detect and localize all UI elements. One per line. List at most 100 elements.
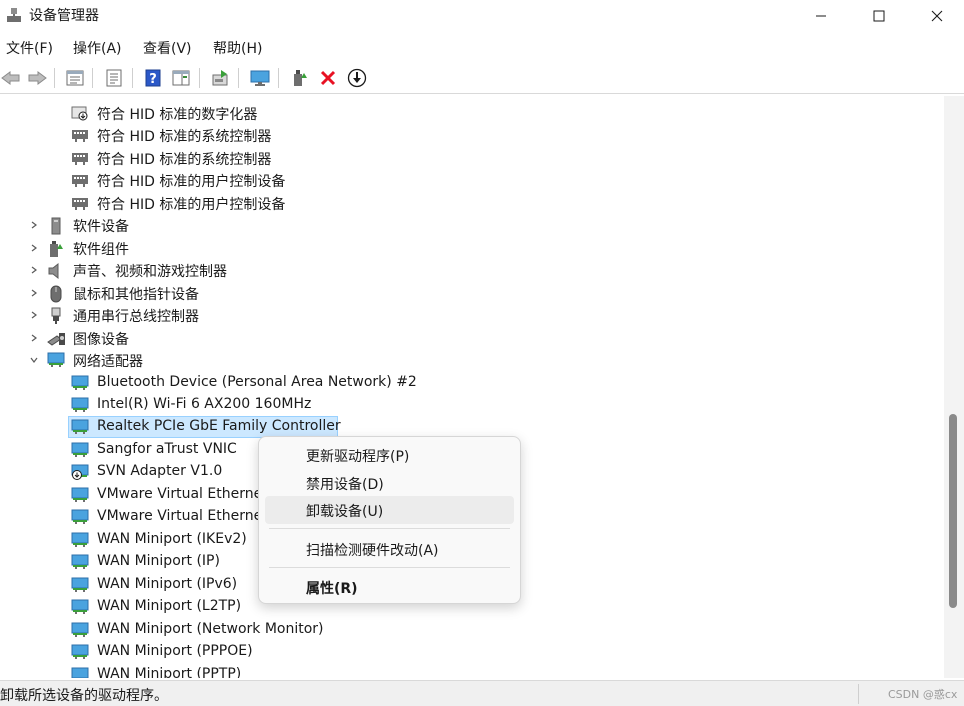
tree-category-label: 声音、视频和游戏控制器: [73, 264, 227, 280]
tree-category-network-adapters[interactable]: 网络适配器: [0, 349, 944, 371]
tree-category-label: 图像设备: [73, 332, 129, 348]
menu-item-properties[interactable]: 属性(R): [265, 573, 514, 601]
properties-view-icon: [66, 70, 84, 86]
minimize-button[interactable]: [792, 0, 850, 32]
hid-digitizer-icon: [71, 105, 89, 121]
network-adapter-icon: [71, 487, 89, 503]
tree-item-label: Bluetooth Device (Personal Area Network)…: [97, 374, 417, 390]
tree-item-label: VMware Virtual Etherne: [97, 486, 263, 502]
chevron-right-icon[interactable]: [28, 242, 40, 254]
tree-item-hid-system-controller[interactable]: 符合 HID 标准的系统控制器: [0, 147, 944, 169]
network-adapter-warning-icon: [71, 464, 89, 480]
tree-category-mouse[interactable]: 鼠标和其他指针设备: [0, 282, 944, 304]
download-driver-button[interactable]: [346, 67, 368, 89]
properties-icon: [106, 69, 122, 87]
tree-item-hid-system-controller[interactable]: 符合 HID 标准的系统控制器: [0, 124, 944, 146]
help-button[interactable]: ?: [142, 67, 164, 89]
tree-item-label: Sangfor aTrust VNIC: [97, 441, 237, 457]
menu-item-update-driver[interactable]: 更新驱动程序(P): [265, 441, 514, 469]
action-pane-button[interactable]: [170, 67, 192, 89]
forward-button[interactable]: [26, 67, 48, 89]
network-adapter-icon: [71, 397, 89, 413]
menu-item-label: 卸载设备(U): [306, 504, 384, 520]
menu-item-label: 属性(R): [306, 581, 358, 597]
monitor-button[interactable]: [249, 67, 271, 89]
tree-category-imaging[interactable]: 图像设备: [0, 327, 944, 349]
tree-item-network-adapter[interactable]: WAN Miniport (PPTP): [0, 664, 944, 678]
hid-device-icon: [71, 195, 89, 211]
uninstall-icon: [320, 70, 336, 86]
back-button[interactable]: [0, 67, 22, 89]
chevron-right-icon[interactable]: [28, 309, 40, 321]
uninstall-button[interactable]: [317, 67, 339, 89]
close-button[interactable]: [908, 0, 964, 32]
menu-action[interactable]: 操作(A): [73, 38, 122, 58]
tree-item-network-adapter[interactable]: WAN Miniport (PPPOE): [0, 641, 944, 663]
tree-item-label: 符合 HID 标准的系统控制器: [97, 129, 272, 145]
tree-category-software-components[interactable]: 软件组件: [0, 237, 944, 259]
scan-hardware-icon: [212, 70, 228, 86]
vertical-scrollbar[interactable]: [944, 96, 964, 678]
forward-icon: [28, 71, 47, 85]
camera-icon: [47, 330, 65, 346]
chevron-right-icon[interactable]: [28, 219, 40, 231]
network-adapter-icon: [71, 442, 89, 458]
status-divider: [858, 684, 859, 704]
chevron-right-icon[interactable]: [28, 332, 40, 344]
network-adapter-icon: [47, 352, 65, 368]
tree-category-sound-video[interactable]: 声音、视频和游戏控制器: [0, 259, 944, 281]
menu-item-label: 禁用设备(D): [306, 477, 384, 493]
download-driver-icon: [347, 68, 367, 88]
tree-item-hid-digitizer[interactable]: 符合 HID 标准的数字化器: [0, 102, 944, 124]
svg-text:?: ?: [149, 72, 157, 87]
tree-category-usb[interactable]: 通用串行总线控制器: [0, 304, 944, 326]
maximize-icon: [873, 10, 885, 22]
back-icon: [1, 71, 20, 85]
tree-view-button[interactable]: [64, 67, 86, 89]
menu-item-disable-device[interactable]: 禁用设备(D): [265, 469, 514, 497]
tree-category-label: 软件设备: [73, 219, 129, 235]
tree-category-software-devices[interactable]: 软件设备: [0, 214, 944, 236]
tree-item-label: WAN Miniport (PPTP): [97, 666, 242, 678]
chevron-down-icon[interactable]: [28, 354, 40, 366]
menu-file[interactable]: 文件(F): [6, 38, 53, 58]
usb-icon: [47, 307, 65, 324]
maximize-button[interactable]: [850, 0, 908, 32]
tree-item-hid-user-control[interactable]: 符合 HID 标准的用户控制设备: [0, 169, 944, 191]
properties-button[interactable]: [103, 67, 125, 89]
scrollbar-thumb[interactable]: [949, 414, 957, 608]
hid-device-icon: [71, 172, 89, 188]
tree-category-label: 网络适配器: [73, 354, 143, 370]
chevron-right-icon[interactable]: [28, 264, 40, 276]
status-bar: 卸载所选设备的驱动程序。 CSDN @惑cx: [0, 680, 964, 706]
tree-item-network-adapter[interactable]: WAN Miniport (Network Monitor): [0, 619, 944, 641]
network-adapter-icon: [71, 644, 89, 660]
network-adapter-icon: [71, 532, 89, 548]
hid-device-icon: [71, 150, 89, 166]
tree-category-label: 软件组件: [73, 242, 129, 258]
network-adapter-icon: [71, 622, 89, 638]
tree-item-network-adapter[interactable]: Bluetooth Device (Personal Area Network)…: [0, 372, 944, 394]
tree-item-label: WAN Miniport (L2TP): [97, 598, 242, 614]
tree-item-hid-user-control[interactable]: 符合 HID 标准的用户控制设备: [0, 192, 944, 214]
tree-item-label: Realtek PCIe GbE Family Controller: [97, 418, 341, 434]
menu-item-scan-hardware[interactable]: 扫描检测硬件改动(A): [265, 535, 514, 563]
device-manager-app-icon: [6, 7, 22, 23]
update-driver-button[interactable]: [288, 67, 310, 89]
menu-item-uninstall-device[interactable]: 卸载设备(U): [265, 496, 514, 524]
tree-item-network-adapter[interactable]: Intel(R) Wi-Fi 6 AX200 160MHz: [0, 394, 944, 416]
monitor-icon: [250, 70, 270, 86]
tree-item-label: 符合 HID 标准的用户控制设备: [97, 197, 286, 213]
menu-help[interactable]: 帮助(H): [213, 38, 262, 58]
network-adapter-icon: [71, 419, 89, 435]
tree-item-label: Intel(R) Wi-Fi 6 AX200 160MHz: [97, 396, 312, 412]
tree-item-label: WAN Miniport (IP): [97, 553, 220, 569]
software-device-icon: [47, 217, 65, 235]
help-icon: ?: [145, 69, 161, 87]
tree-item-network-adapter-selected[interactable]: Realtek PCIe GbE Family Controller: [0, 416, 944, 438]
menu-view[interactable]: 查看(V): [143, 38, 192, 58]
network-adapter-icon: [71, 509, 89, 525]
chevron-right-icon[interactable]: [28, 287, 40, 299]
scan-hardware-button[interactable]: [210, 67, 232, 89]
tree-item-label: WAN Miniport (IKEv2): [97, 531, 247, 547]
